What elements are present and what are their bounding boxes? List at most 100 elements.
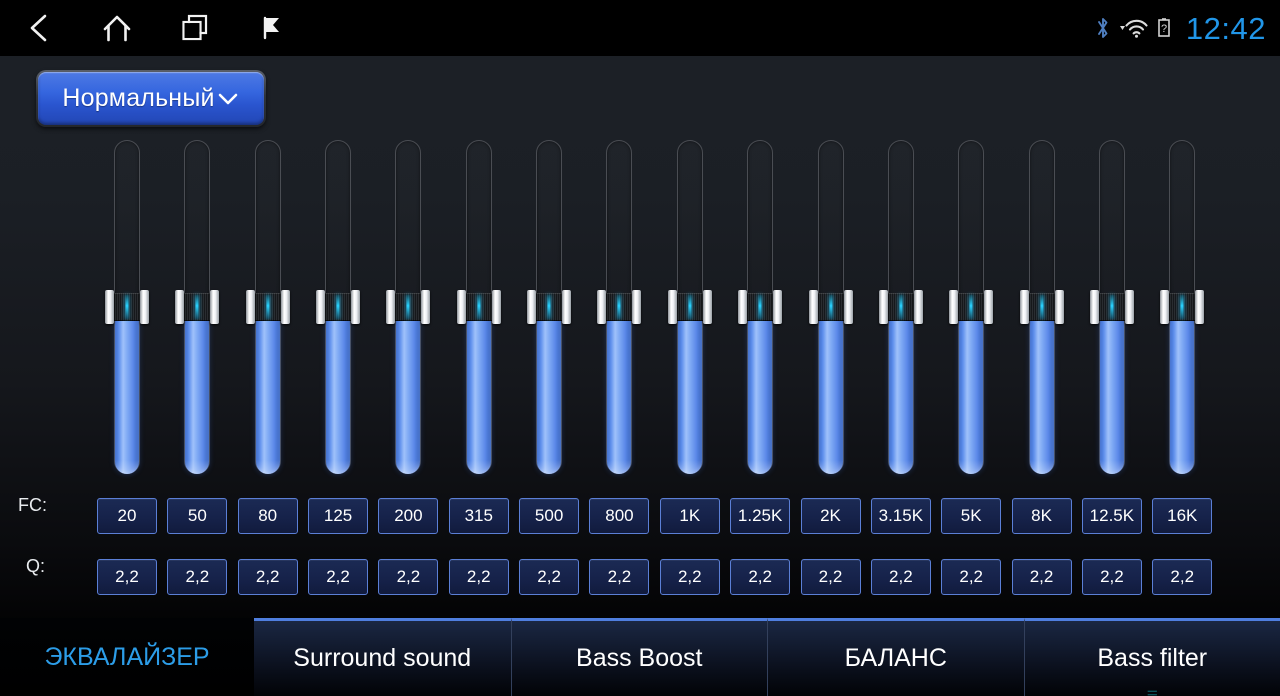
q-value-box[interactable]: 2,2 (1011, 559, 1072, 595)
fc-value-box[interactable]: 16K (1152, 498, 1213, 534)
fc-value-box[interactable]: 3.15K (870, 498, 931, 534)
eq-band-slider[interactable] (1089, 140, 1134, 474)
slider-thumb[interactable] (808, 290, 853, 324)
tab-item-1[interactable]: Surround sound (254, 618, 511, 696)
eq-band-slider[interactable] (1160, 140, 1205, 474)
q-value-box[interactable]: 2,2 (870, 559, 931, 595)
q-value-box[interactable]: 2,2 (237, 559, 298, 595)
slider-thumb-grip (957, 293, 986, 321)
slider-thumb-cap-right (913, 290, 923, 324)
q-value-box[interactable]: 2,2 (730, 559, 791, 595)
slider-thumb-cap-right (632, 290, 642, 324)
wifi-icon (1117, 16, 1149, 40)
slider-thumb-cap-right (1124, 290, 1134, 324)
slider-thumb-grip (1027, 293, 1056, 321)
chevron-down-icon (216, 90, 240, 108)
tab-item-2[interactable]: Bass Boost (510, 618, 767, 696)
slider-thumb[interactable] (667, 290, 712, 324)
q-value-box[interactable]: 2,2 (97, 559, 157, 595)
slider-thumb-cap-right (280, 290, 290, 324)
fc-value-box[interactable]: 8K (1011, 498, 1072, 534)
fc-value-box[interactable]: 20 (97, 498, 157, 534)
fc-value-box[interactable]: 12.5K (1081, 498, 1142, 534)
q-value-box[interactable]: 2,2 (800, 559, 861, 595)
fc-value-box[interactable]: 200 (378, 498, 439, 534)
eq-band-slider[interactable] (316, 140, 361, 474)
slider-fill (185, 307, 210, 474)
slider-thumb-cap-left (316, 290, 326, 324)
eq-band-slider[interactable] (527, 140, 572, 474)
q-value-box[interactable]: 2,2 (941, 559, 1002, 595)
slider-thumb[interactable] (738, 290, 783, 324)
back-button[interactable] (0, 0, 78, 56)
preset-select[interactable]: Нормальный (38, 72, 264, 125)
slider-thumb[interactable] (1160, 290, 1205, 324)
fc-value-box[interactable]: 2K (800, 498, 861, 534)
slider-thumb-cap-right (843, 290, 853, 324)
tab-equalizer[interactable]: ЭКВАЛАЙЗЕР (0, 618, 254, 696)
eq-band-slider[interactable] (667, 140, 712, 474)
fc-value-box[interactable]: 50 (167, 498, 228, 534)
slider-thumb-grip (535, 293, 564, 321)
eq-band-slider[interactable] (386, 140, 431, 474)
q-value-box[interactable]: 2,2 (1152, 559, 1213, 595)
fc-value-box[interactable]: 800 (589, 498, 650, 534)
slider-thumb[interactable] (597, 290, 642, 324)
battery-unknown-icon: ? (1156, 16, 1172, 40)
slider-thumb[interactable] (878, 290, 923, 324)
fc-value-box[interactable]: 1.25K (730, 498, 791, 534)
slider-thumb-grip (1097, 293, 1126, 321)
home-button[interactable] (78, 0, 156, 56)
preset-label: Нормальный (62, 84, 215, 112)
slider-fill (1029, 307, 1054, 474)
slider-thumb[interactable] (316, 290, 361, 324)
status-clock: 12:42 (1185, 10, 1266, 46)
q-value-box[interactable]: 2,2 (167, 559, 228, 595)
q-value-box[interactable]: 2,2 (589, 559, 650, 595)
slider-thumb[interactable] (105, 290, 149, 324)
slider-thumb[interactable] (245, 290, 290, 324)
slider-thumb[interactable] (175, 290, 220, 324)
eq-band-slider[interactable] (175, 140, 220, 474)
eq-band-slider[interactable] (245, 140, 290, 474)
eq-band-slider[interactable] (808, 140, 853, 474)
eq-band-slider[interactable] (878, 140, 923, 474)
slider-thumb[interactable] (949, 290, 994, 324)
tab-label: Bass filter (1097, 644, 1208, 672)
eq-band-slider[interactable] (456, 140, 501, 474)
fc-value-box[interactable]: 5K (941, 498, 1002, 534)
q-value-box[interactable]: 2,2 (308, 559, 369, 595)
slider-thumb-grip (746, 293, 775, 321)
flag-button[interactable] (234, 0, 312, 56)
recents-button[interactable] (156, 0, 234, 56)
slider-thumb[interactable] (1089, 290, 1134, 324)
status-bar: ? 12:42 (0, 0, 1280, 56)
slider-thumb[interactable] (527, 290, 572, 324)
q-value-box[interactable]: 2,2 (378, 559, 439, 595)
tab-item-4[interactable]: Bass filter ≡ (1023, 618, 1280, 696)
tab-item-3[interactable]: БАЛАНС (767, 618, 1024, 696)
q-value-box[interactable]: 2,2 (659, 559, 720, 595)
slider-thumb-cap-left (527, 290, 537, 324)
slider-fill (396, 307, 421, 474)
q-value-box[interactable]: 2,2 (1081, 559, 1142, 595)
slider-thumb[interactable] (386, 290, 431, 324)
q-value-box[interactable]: 2,2 (519, 559, 580, 595)
eq-band-slider[interactable] (1019, 140, 1064, 474)
eq-band-slider[interactable] (949, 140, 994, 474)
slider-thumb-cap-right (210, 290, 220, 324)
slider-thumb-cap-right (562, 290, 572, 324)
eq-band-slider[interactable] (105, 140, 149, 474)
fc-value-box[interactable]: 80 (237, 498, 298, 534)
slider-fill (748, 307, 773, 474)
eq-band-slider[interactable] (597, 140, 642, 474)
slider-thumb-cap-right (702, 290, 712, 324)
fc-value-box[interactable]: 500 (519, 498, 580, 534)
fc-value-box[interactable]: 315 (448, 498, 509, 534)
q-value-box[interactable]: 2,2 (448, 559, 509, 595)
fc-value-box[interactable]: 1K (659, 498, 720, 534)
fc-value-box[interactable]: 125 (308, 498, 369, 534)
slider-thumb[interactable] (456, 290, 501, 324)
eq-band-slider[interactable] (738, 140, 783, 474)
slider-thumb[interactable] (1019, 290, 1064, 324)
